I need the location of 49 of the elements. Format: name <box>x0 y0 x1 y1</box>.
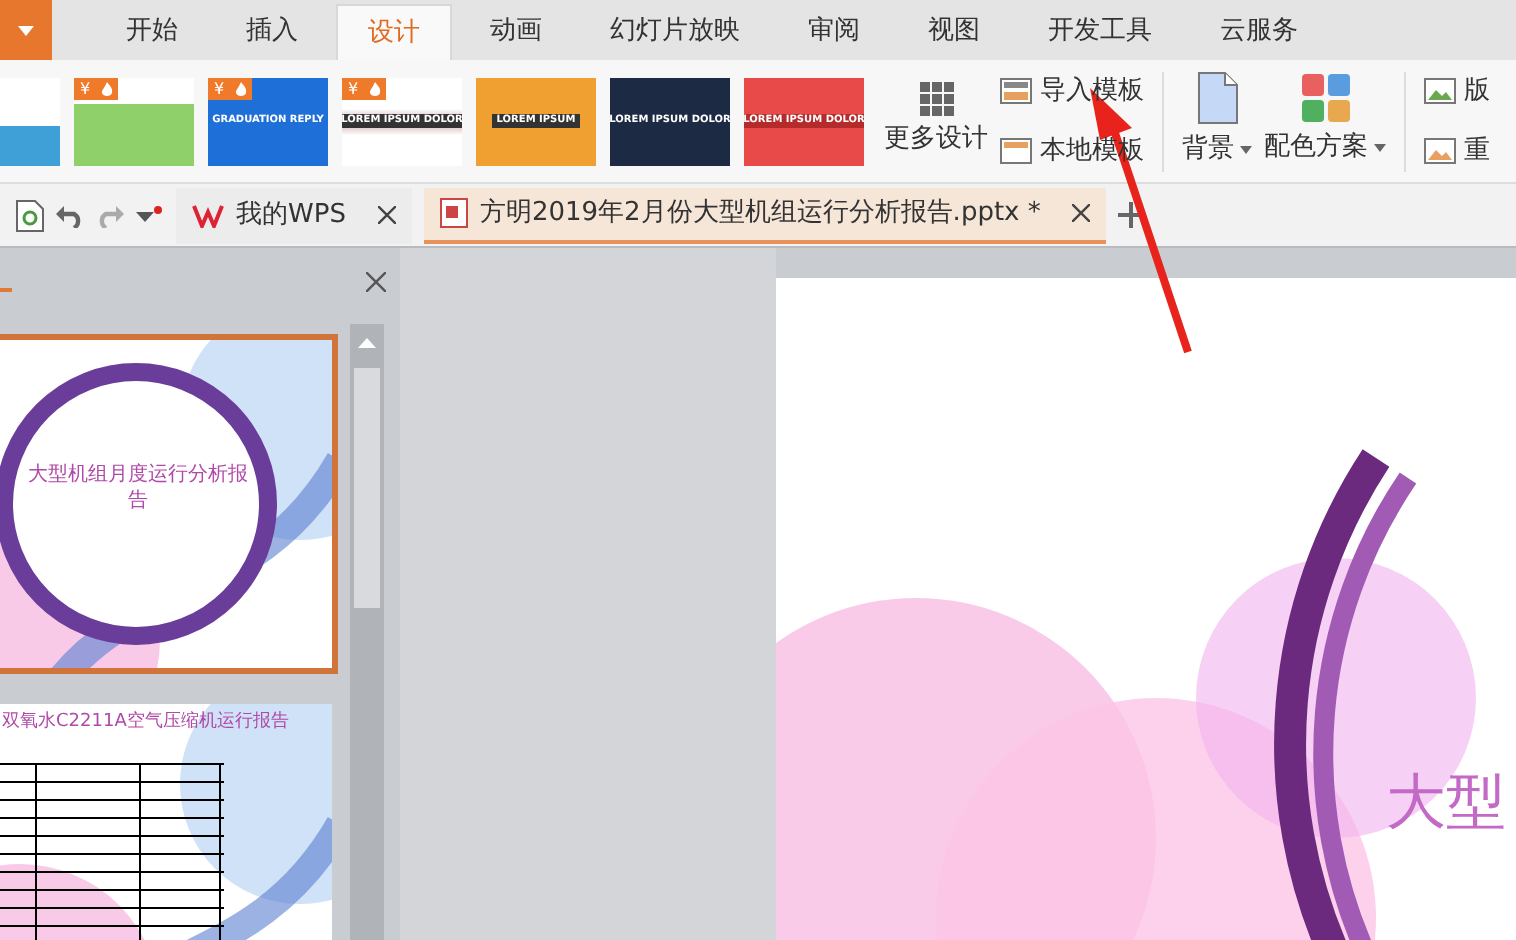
caret-icon <box>18 25 34 35</box>
price-badge: ¥ <box>208 77 230 99</box>
document-tab[interactable]: 方明2019年2月份大型机组运行分析报告.pptx * <box>423 187 1107 243</box>
slide-thumbnail[interactable]: 大型机组月度运行分析报告 <box>0 340 332 668</box>
menu-tab[interactable]: 云服务 <box>1190 4 1328 60</box>
more-designs-button[interactable]: 更多设计 <box>878 78 994 164</box>
layout-button[interactable]: 重 <box>1418 127 1496 174</box>
flame-icon <box>364 77 386 99</box>
layout-button[interactable]: 版 <box>1418 68 1496 115</box>
slide-title: 双氧水C2211A空气压缩机运行报告 <box>2 710 289 736</box>
flame-icon <box>96 77 118 99</box>
color-scheme-button[interactable]: 配色方案 <box>1258 70 1392 172</box>
menu-tab[interactable]: 开始 <box>96 4 208 60</box>
price-badge: ¥ <box>342 77 364 99</box>
close-icon[interactable] <box>1072 204 1091 222</box>
dropdown-icon[interactable] <box>136 205 164 225</box>
panel-tab-marker <box>0 288 12 292</box>
slide-title: 大型 <box>1386 766 1506 842</box>
menu-tab[interactable]: 审阅 <box>778 4 890 60</box>
presentation-file-icon <box>439 198 468 228</box>
print-preview-icon[interactable] <box>16 199 44 231</box>
menu-tab[interactable]: 动画 <box>460 4 572 60</box>
menu-tab[interactable]: 插入 <box>216 4 328 60</box>
scrollbar[interactable] <box>350 324 384 940</box>
grid-icon <box>919 82 953 117</box>
caret-icon <box>1240 146 1252 154</box>
app-menu-button[interactable] <box>0 0 52 60</box>
reset-icon <box>1424 137 1456 164</box>
slide-thumbnail[interactable]: 双氧水C2211A空气压缩机运行报告 <box>0 704 332 940</box>
page-icon <box>1197 72 1237 125</box>
caret-icon <box>1374 144 1386 152</box>
price-badge: ¥ <box>74 77 96 99</box>
close-icon[interactable] <box>366 272 386 292</box>
menu-tab[interactable]: 视图 <box>898 4 1010 60</box>
color-tiles-icon <box>1301 74 1349 123</box>
menu-tab[interactable]: 开发工具 <box>1018 4 1182 60</box>
close-icon[interactable] <box>377 206 396 224</box>
w-logo-icon <box>192 203 224 227</box>
template-icon <box>1000 137 1032 164</box>
document-tab[interactable]: 我的WPS <box>176 187 412 243</box>
flame-icon <box>230 77 252 99</box>
slide-title: 大型机组月度运行分析报告 <box>28 464 248 514</box>
plus-icon[interactable] <box>1118 202 1145 228</box>
background-button[interactable]: 背景 <box>1176 68 1258 174</box>
undo-icon[interactable] <box>56 203 84 227</box>
template-icon <box>1000 78 1032 105</box>
menu-tab[interactable]: 幻灯片放映 <box>580 4 770 60</box>
design-thumbnail[interactable] <box>0 77 60 165</box>
picture-icon <box>1424 78 1456 105</box>
